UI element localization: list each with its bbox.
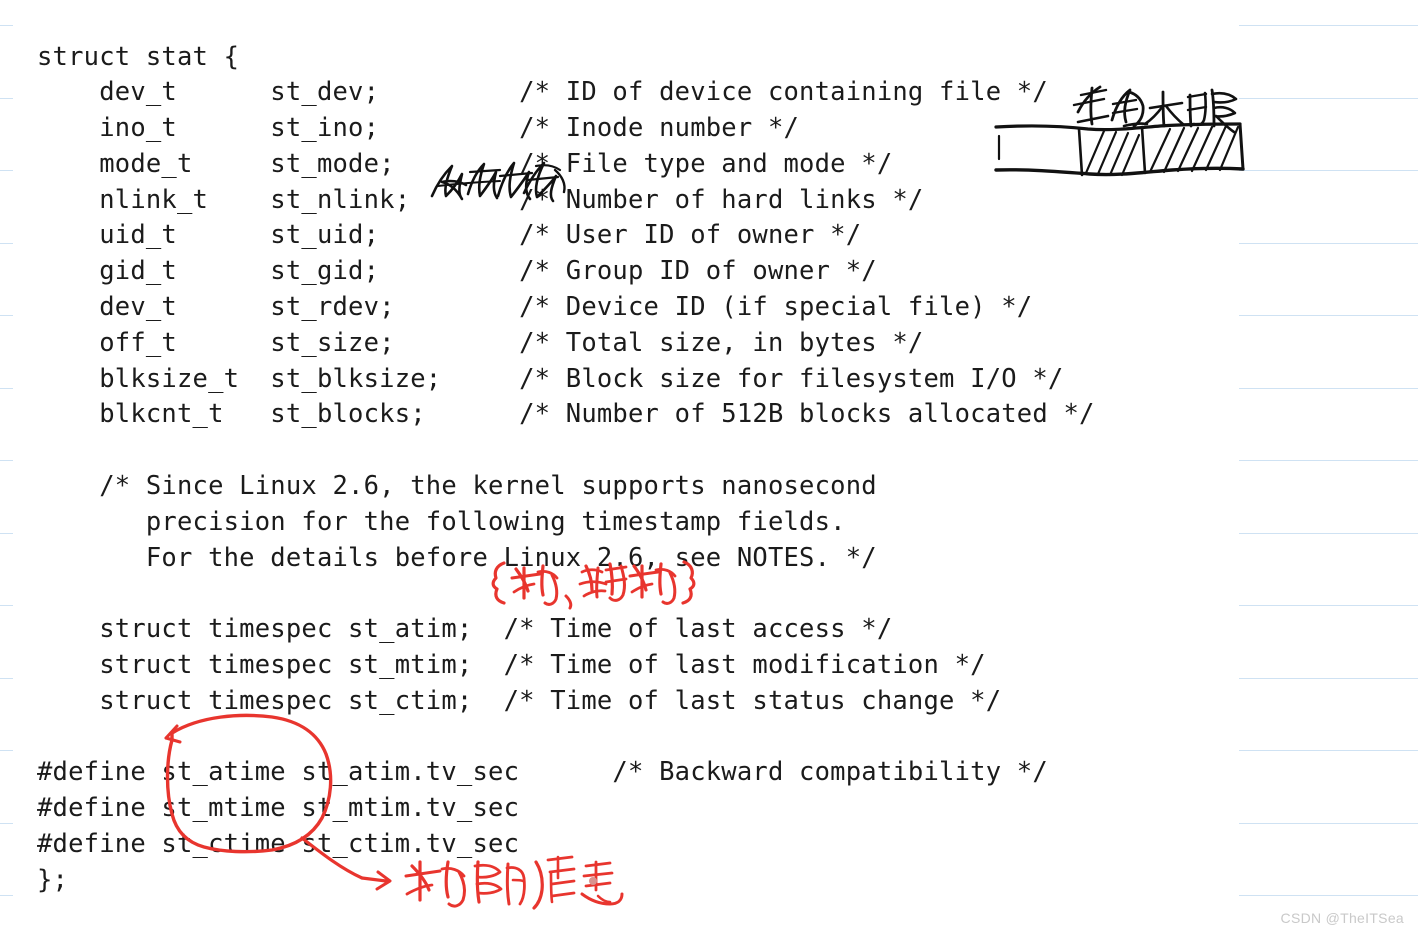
ruling-line-right bbox=[1239, 170, 1418, 171]
ruling-line-right bbox=[1239, 25, 1418, 26]
scanned-page: struct stat { dev_t st_dev; /* ID of dev… bbox=[0, 0, 1418, 934]
annotation-label-permission bbox=[1143, 88, 1238, 134]
ruling-line-right bbox=[1239, 895, 1418, 896]
ruling-line-left bbox=[0, 388, 13, 389]
ruling-line-left bbox=[0, 243, 13, 244]
ruling-line-left bbox=[0, 170, 13, 171]
code-block: struct stat { dev_t st_dev; /* ID of dev… bbox=[37, 41, 1095, 895]
ruling-line-right bbox=[1239, 750, 1418, 751]
ruling-line-left bbox=[0, 533, 13, 534]
csdn-watermark: CSDN @TheITSea bbox=[1280, 910, 1404, 926]
ruling-line-right bbox=[1239, 315, 1418, 316]
ruling-line-left bbox=[0, 25, 13, 26]
ruling-line-right bbox=[1239, 533, 1418, 534]
ruling-line-left bbox=[0, 678, 13, 679]
ruling-line-left bbox=[0, 98, 13, 99]
ruling-line-right bbox=[1239, 243, 1418, 244]
ruling-line-left bbox=[0, 460, 13, 461]
ruling-line-right bbox=[1239, 388, 1418, 389]
ruling-line-left bbox=[0, 605, 13, 606]
ruling-line-left bbox=[0, 895, 13, 896]
ruling-line-left bbox=[0, 315, 13, 316]
ruling-line-right bbox=[1239, 98, 1418, 99]
ruling-line-right bbox=[1239, 460, 1418, 461]
ruling-line-right bbox=[1239, 605, 1418, 606]
ruling-line-left bbox=[0, 750, 13, 751]
ruling-line-right bbox=[1239, 678, 1418, 679]
ruling-line-right bbox=[1239, 823, 1418, 824]
ruling-line-left bbox=[0, 823, 13, 824]
